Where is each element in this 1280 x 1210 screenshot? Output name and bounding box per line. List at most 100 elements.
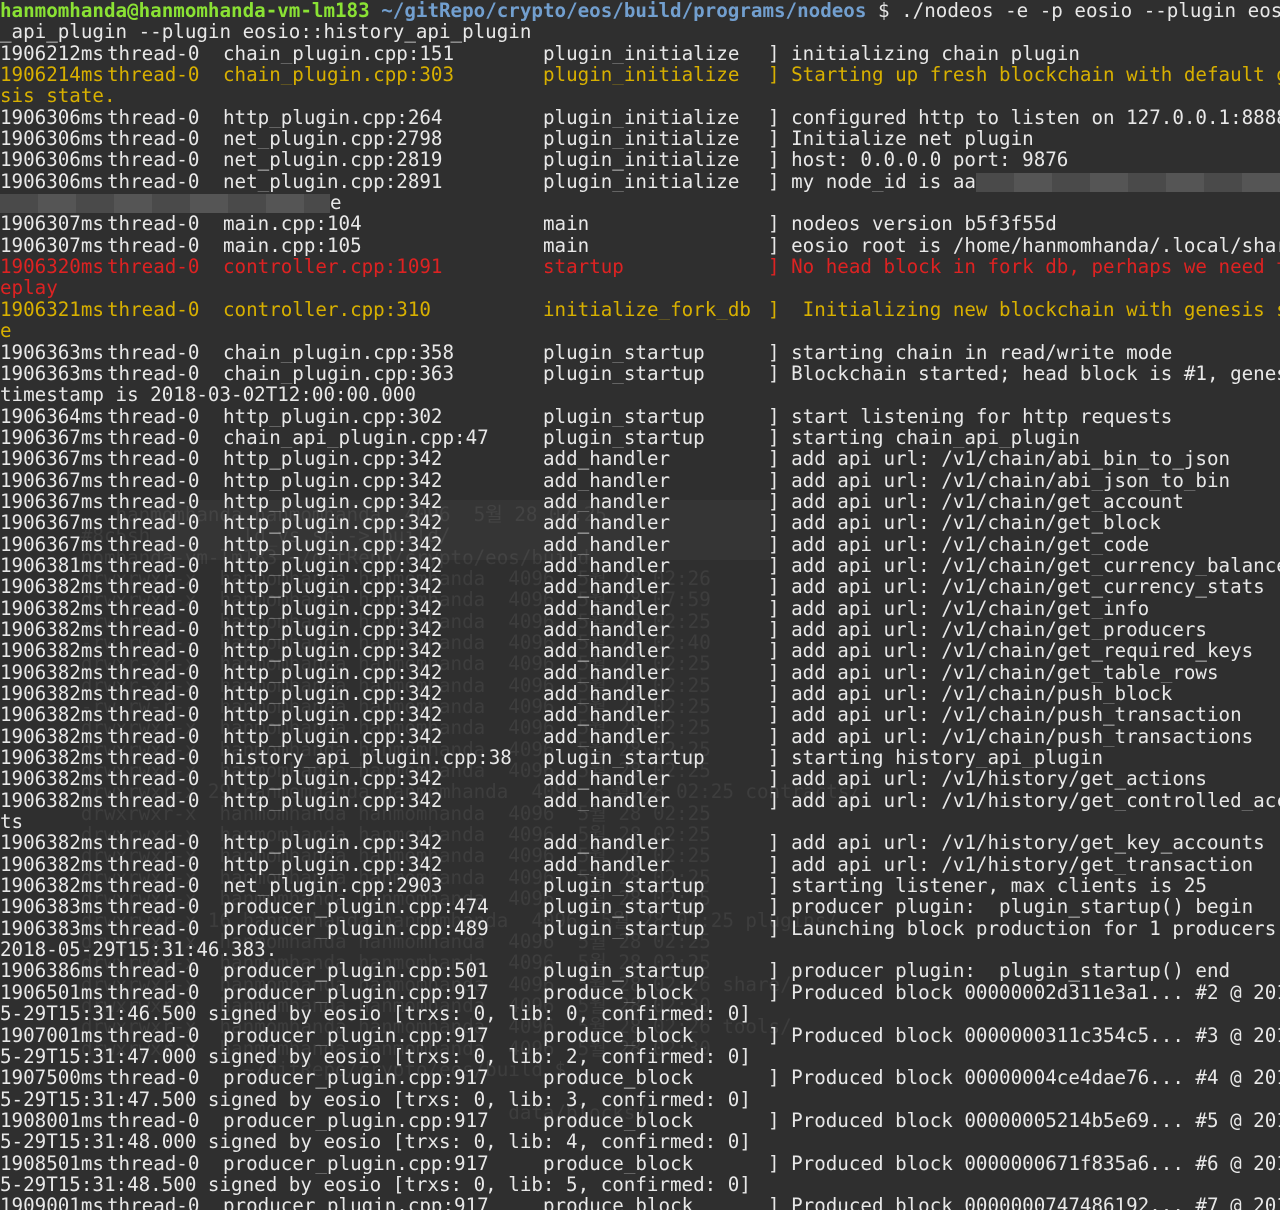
log-message: ] add api url: /v1/chain/get_required_ke… xyxy=(768,640,1254,662)
log-thread: thread-0 xyxy=(107,106,200,129)
log-timestamp: 1906501ms xyxy=(0,981,104,1004)
log-thread: thread-0 xyxy=(107,42,200,65)
log-timestamp: 1906367ms xyxy=(0,512,104,534)
log-thread: thread-0 xyxy=(107,298,200,321)
log-message: ] Produced block 0000000311c354c5... #3 … xyxy=(768,1024,1280,1046)
log-message: ] starting listener, max clients is 25 xyxy=(768,875,1207,897)
log-message: ] Produced block 00000004ce4dae76... #4 … xyxy=(768,1067,1280,1089)
log-timestamp: 1906382ms xyxy=(0,725,104,748)
log-function: plugin_startup xyxy=(543,896,705,918)
log-function: add_handler xyxy=(543,597,671,619)
log-function: main xyxy=(543,234,590,257)
log-timestamp: 1906306ms xyxy=(0,170,104,193)
log-line: 1907500ms thread-0 producer_plugin.cpp:917… xyxy=(0,1067,1280,1088)
log-timestamp: 1906364ms xyxy=(0,405,104,427)
log-source-file: http_plugin.cpp:342 xyxy=(223,853,443,876)
log-thread: thread-0 xyxy=(107,405,200,427)
log-line: 1906367ms thread-0 chain_api_plugin.cpp:47… xyxy=(0,427,1280,448)
log-source-file: producer_plugin.cpp:474 xyxy=(223,896,489,918)
log-message: ] add api url: /v1/chain/push_transactio… xyxy=(768,725,1254,748)
log-function: add_handler xyxy=(543,832,671,854)
log-timestamp: 1906363ms xyxy=(0,362,104,385)
log-timestamp: 1906367ms xyxy=(0,533,104,555)
log-line: 1906363ms thread-0 chain_plugin.cpp:358 plu… xyxy=(0,342,1280,363)
prompt-command-wrap[interactable]: _api_plugin --plugin eosio::history_api_… xyxy=(0,21,1280,42)
log-thread: thread-0 xyxy=(107,704,200,726)
log-message: ] add api url: /v1/chain/get_table_rows xyxy=(768,661,1219,683)
prompt-command[interactable]: ./nodeos -e -p eosio --plugin eosio::cha… xyxy=(901,0,1280,21)
log-thread: thread-0 xyxy=(107,661,200,683)
log-line-wrap: 2018-05-29T15:31:46.383. xyxy=(0,939,1280,960)
log-source-file: producer_plugin.cpp:917 xyxy=(223,981,489,1004)
log-thread: thread-0 xyxy=(107,789,200,812)
log-function: add_handler xyxy=(543,576,671,598)
log-source-file: http_plugin.cpp:342 xyxy=(223,533,443,555)
log-message: ] Produced block 00000005214b5e69... #5 … xyxy=(768,1109,1280,1132)
log-message: ] add api url: /v1/chain/abi_bin_to_json xyxy=(768,448,1231,470)
log-timestamp: 1906307ms xyxy=(0,234,104,257)
log-timestamp: 1907500ms xyxy=(0,1067,104,1089)
log-thread: thread-0 xyxy=(107,490,200,513)
log-source-file: producer_plugin.cpp:917 xyxy=(223,1195,489,1210)
log-message: ] starting chain_api_plugin xyxy=(768,426,1080,449)
log-timestamp: 1906320ms xyxy=(0,256,104,278)
log-thread: thread-0 xyxy=(107,1024,200,1046)
log-function: plugin_initialize xyxy=(543,170,740,193)
log-function: produce_block xyxy=(543,981,694,1004)
log-source-file: producer_plugin.cpp:501 xyxy=(223,960,489,982)
log-thread: thread-0 xyxy=(107,469,200,491)
log-message: ] start listening for http requests xyxy=(768,405,1173,427)
log-source-file: producer_plugin.cpp:917 xyxy=(223,1024,489,1046)
log-line: 1906382ms thread-0 http_plugin.cpp:342 add_… xyxy=(0,854,1280,875)
log-line-wrap: e xyxy=(0,192,1280,213)
log-line: 1906321ms thread-0 controller.cpp:310 initi… xyxy=(0,299,1280,320)
prompt-line: hanmomhanda@hanmomhanda-vm-lm183 ~/gitRe… xyxy=(0,0,1280,21)
terminal-output: hanmomhanda@hanmomhanda-vm-lm183 ~/gitRe… xyxy=(0,0,1280,1210)
log-timestamp: 1906212ms xyxy=(0,42,104,65)
log-function: plugin_startup xyxy=(543,341,705,363)
log-message: ] add api url: /v1/chain/get_currency_ba… xyxy=(768,554,1280,577)
log-line: 1906367ms thread-0 http_plugin.cpp:342 add_… xyxy=(0,491,1280,512)
log-source-file: chain_plugin.cpp:303 xyxy=(223,64,455,86)
log-wrap-text: e xyxy=(0,320,12,342)
log-line: 1906501ms thread-0 producer_plugin.cpp:917… xyxy=(0,982,1280,1003)
log-thread: thread-0 xyxy=(107,981,200,1004)
log-timestamp: 1906382ms xyxy=(0,747,104,769)
log-thread: thread-0 xyxy=(107,554,200,577)
log-message: ] add api url: /v1/chain/push_transactio… xyxy=(768,704,1242,726)
log-timestamp: 1906382ms xyxy=(0,832,104,854)
log-function: add_handler xyxy=(543,490,671,513)
log-message: ] initializing chain plugin xyxy=(768,42,1080,65)
log-wrap-text: 2018-05-29T15:31:46.383. xyxy=(0,939,278,961)
log-wrap-text: 5-29T15:31:48.000 signed by eosio [trxs:… xyxy=(0,1131,751,1153)
log-wrap-text: 5-29T15:31:48.500 signed by eosio [trxs:… xyxy=(0,1173,751,1196)
redacted-node-id-continued xyxy=(0,194,330,214)
log-thread: thread-0 xyxy=(107,1067,200,1089)
log-source-file: http_plugin.cpp:342 xyxy=(223,789,443,812)
terminal-window[interactable]: hanmomhanda hanmomhanda 4096 5월 28 02:25… xyxy=(0,0,1280,1210)
log-function: produce_block xyxy=(543,1109,694,1132)
log-timestamp: 1909001ms xyxy=(0,1195,104,1210)
log-timestamp: 1906382ms xyxy=(0,576,104,598)
log-line: 1906382ms thread-0 history_api_plugin.cpp:… xyxy=(0,747,1280,768)
log-message: ] nodeos version b5f3f55d xyxy=(768,213,1057,235)
log-source-file: http_plugin.cpp:342 xyxy=(223,554,443,577)
log-line: 1906382ms thread-0 http_plugin.cpp:342 add_… xyxy=(0,640,1280,661)
log-source-file: producer_plugin.cpp:489 xyxy=(223,917,489,940)
log-line: 1906307ms thread-0 main.cpp:105 main] eosio… xyxy=(0,235,1280,256)
log-timestamp: 1906363ms xyxy=(0,341,104,363)
redacted-node-id xyxy=(975,172,1280,192)
log-thread: thread-0 xyxy=(107,917,200,940)
log-line-wrap: 5-29T15:31:46.500 signed by eosio [trxs:… xyxy=(0,1003,1280,1024)
log-message: ] starting chain in read/write mode xyxy=(768,341,1173,363)
log-message: ] starting history_api_plugin xyxy=(768,747,1104,769)
log-function: add_handler xyxy=(543,640,671,662)
log-source-file: controller.cpp:310 xyxy=(223,298,431,321)
log-source-file: http_plugin.cpp:342 xyxy=(223,512,443,534)
log-thread: thread-0 xyxy=(107,576,200,598)
log-function: add_handler xyxy=(543,683,671,705)
log-line-wrap: 5-29T15:31:48.000 signed by eosio [trxs:… xyxy=(0,1131,1280,1152)
log-thread: thread-0 xyxy=(107,448,200,470)
log-timestamp: 1906382ms xyxy=(0,640,104,662)
log-timestamp: 1906306ms xyxy=(0,128,104,150)
